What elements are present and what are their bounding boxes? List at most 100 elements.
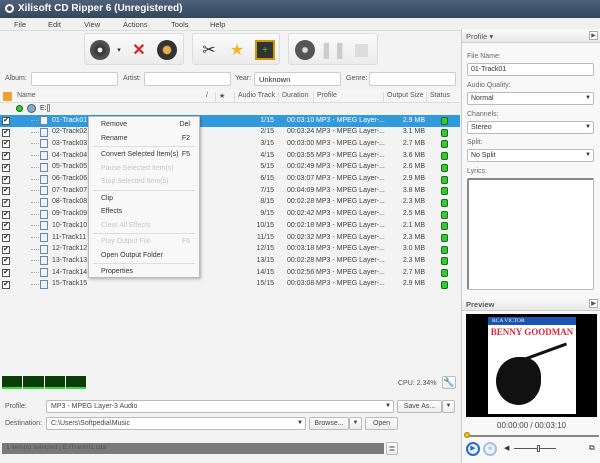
cd-rip-icon[interactable] — [90, 40, 110, 60]
delete-icon[interactable]: ✕ — [129, 40, 149, 60]
collapse-arrow-icon[interactable]: ▶ — [589, 299, 598, 308]
context-menu-item[interactable]: Rename — [101, 135, 127, 142]
row-checkbox[interactable]: ✔ — [2, 280, 10, 289]
table-row[interactable]: ✔ 01-Track01 1/15 00:03:10 MP3 - MPEG Layer-… — [0, 115, 460, 127]
track-name: 03-Track03 — [52, 139, 88, 147]
artist-input[interactable] — [144, 72, 231, 86]
profile-select[interactable]: MP3 - MPEG Layer-3 Audio ▼ — [46, 400, 394, 413]
menu-edit[interactable]: Edit — [48, 20, 61, 29]
row-checkbox[interactable]: ✔ — [2, 163, 10, 172]
header-sort-icon[interactable]: / — [203, 92, 208, 103]
cd-info-icon[interactable] — [157, 40, 177, 60]
browse-button[interactable]: Browse... — [309, 417, 349, 430]
drive-label[interactable]: E:[] — [40, 105, 51, 112]
fullscreen-icon[interactable]: ⧉ — [589, 443, 595, 453]
header-star[interactable]: ★ — [215, 92, 225, 103]
tree-line — [31, 260, 39, 262]
settings-wrench-icon[interactable]: 🔧 — [442, 376, 456, 389]
audio-track: 14/15 — [256, 268, 274, 276]
row-checkbox[interactable]: ✔ — [2, 187, 10, 196]
destination-select[interactable]: C:\Users\Softpedia\Music ▼ — [46, 417, 306, 430]
clip-scissors-icon[interactable]: ✂ — [199, 40, 219, 60]
file-name-input[interactable]: 01-Track01 — [467, 63, 594, 76]
table-row[interactable]: ✔ 07-Track07 7/15 00:04:09 MP3 - MPEG Layer-… — [0, 185, 460, 197]
header-output-size[interactable]: Output Size — [383, 92, 424, 103]
preview-seek-bar[interactable] — [464, 432, 599, 438]
save-as-dropdown[interactable]: ▼ — [442, 400, 455, 413]
table-row[interactable]: ✔ 04-Track04 4/15 00:03:55 MP3 - MPEG Layer-… — [0, 150, 460, 162]
row-checkbox[interactable]: ✔ — [2, 234, 10, 242]
channels-select[interactable]: Stereo ▼ — [467, 121, 594, 134]
tree-line — [31, 272, 39, 274]
open-button[interactable]: Open — [365, 417, 398, 430]
year-input[interactable]: Unknown — [254, 72, 341, 86]
table-row[interactable]: ✔ 06-Track06 6/15 00:03:07 MP3 - MPEG Layer-… — [0, 174, 460, 186]
stop-icon[interactable] — [354, 43, 368, 57]
table-row[interactable]: ✔ 08-Track08 8/15 00:02:28 MP3 - MPEG Layer-… — [0, 197, 460, 209]
table-row[interactable]: ✔ 03-Track03 3/15 00:03:00 MP3 - MPEG Layer-… — [0, 138, 460, 150]
save-as-button[interactable]: Save As... — [397, 400, 442, 413]
table-row[interactable]: ✔ 02-Track02 2/15 00:03:24 MP3 - MPEG Layer-… — [0, 127, 460, 139]
header-status[interactable]: Status — [426, 92, 450, 103]
row-checkbox[interactable]: ✔ — [2, 222, 10, 231]
context-menu-item[interactable]: Properties — [101, 268, 133, 275]
lyrics-textarea[interactable] — [467, 178, 594, 290]
row-checkbox[interactable]: ✔ — [2, 269, 10, 278]
table-row[interactable]: ✔ 09-Track09 9/15 00:02:42 MP3 - MPEG Layer-… — [0, 209, 460, 221]
add-to-output-icon[interactable]: + — [255, 40, 275, 60]
context-menu-item[interactable]: Remove — [101, 121, 127, 128]
split-select[interactable]: No Split ▼ — [467, 149, 594, 162]
row-checkbox[interactable]: ✔ — [2, 128, 10, 137]
destination-label: Destination: — [5, 420, 42, 427]
play-button[interactable]: ▶ — [466, 442, 480, 456]
genre-input[interactable] — [369, 72, 456, 86]
album-input[interactable] — [31, 72, 118, 86]
table-row[interactable]: ✔ 14-Track14 14/15 00:02:56 MP3 - MPEG Layer… — [0, 267, 460, 279]
row-checkbox[interactable]: ✔ — [2, 210, 10, 219]
table-row[interactable]: ✔ 10-Track10 10/15 00:02:18 MP3 - MPEG Layer… — [0, 220, 460, 232]
row-checkbox[interactable]: ✔ — [2, 198, 10, 207]
header-name[interactable]: Name — [14, 92, 36, 103]
table-row[interactable]: ✔ 12-Track12 12/15 00:03:18 MP3 - MPEG Layer… — [0, 244, 460, 256]
context-menu-item[interactable]: Clip — [101, 195, 113, 202]
pause-icon[interactable]: ❚❚ — [320, 40, 347, 60]
select-all-checkbox[interactable] — [3, 92, 12, 101]
menu-file[interactable]: File — [14, 20, 26, 29]
table-row[interactable]: ✔ 05-Track05 5/15 00:02:49 MP3 - MPEG Layer-… — [0, 162, 460, 174]
header-profile[interactable]: Profile — [313, 92, 337, 103]
context-menu-item[interactable]: Open Output Folder — [101, 252, 163, 259]
profile-panel-header[interactable]: Profile ▾ ▶ — [462, 30, 600, 43]
row-checkbox[interactable]: ✔ — [2, 117, 10, 125]
table-row[interactable]: ✔ 13-Track13 13/15 00:02:28 MP3 - MPEG Layer… — [0, 255, 460, 267]
row-checkbox[interactable]: ✔ — [2, 245, 10, 254]
chevron-down-icon: ▼ — [585, 95, 591, 101]
volume-handle[interactable] — [537, 445, 541, 452]
table-row[interactable]: ✔ 11-Track11 11/15 00:02:32 MP3 - MPEG Layer… — [0, 232, 460, 244]
effects-star-icon[interactable]: ★ — [227, 40, 247, 60]
header-audio-track[interactable]: Audio Track — [234, 92, 275, 103]
cd-play-icon[interactable] — [295, 40, 315, 60]
stop-button[interactable]: ■ — [483, 442, 497, 456]
context-menu-item[interactable]: Effects — [101, 208, 122, 215]
menu-actions[interactable]: Actions — [123, 20, 148, 29]
menu-tools[interactable]: Tools — [171, 20, 189, 29]
volume-icon[interactable]: ◀ — [504, 444, 509, 452]
collapse-arrow-icon[interactable]: ▶ — [589, 31, 598, 40]
log-icon[interactable]: ≣ — [386, 442, 398, 455]
browse-dropdown[interactable]: ▼ — [349, 417, 362, 430]
row-checkbox[interactable]: ✔ — [2, 257, 10, 266]
audio-track: 11/15 — [257, 233, 274, 241]
seek-handle[interactable] — [464, 432, 470, 438]
menu-view[interactable]: View — [84, 20, 100, 29]
row-checkbox[interactable]: ✔ — [2, 140, 10, 149]
header-duration[interactable]: Duration — [278, 92, 308, 103]
context-menu-item[interactable]: Convert Selected Item(s) — [101, 151, 178, 158]
row-checkbox[interactable]: ✔ — [2, 175, 10, 184]
track-name: 08-Track08 — [52, 198, 88, 206]
volume-slider[interactable] — [514, 445, 556, 452]
chevron-down-icon[interactable]: ▾ — [109, 40, 129, 60]
audio-quality-select[interactable]: Normal ▼ — [467, 92, 594, 105]
menu-help[interactable]: Help — [210, 20, 225, 29]
table-row[interactable]: ✔ 15-Track15 15/15 00:03:08 MP3 - MPEG Layer… — [0, 279, 460, 291]
row-checkbox[interactable]: ✔ — [2, 152, 10, 161]
